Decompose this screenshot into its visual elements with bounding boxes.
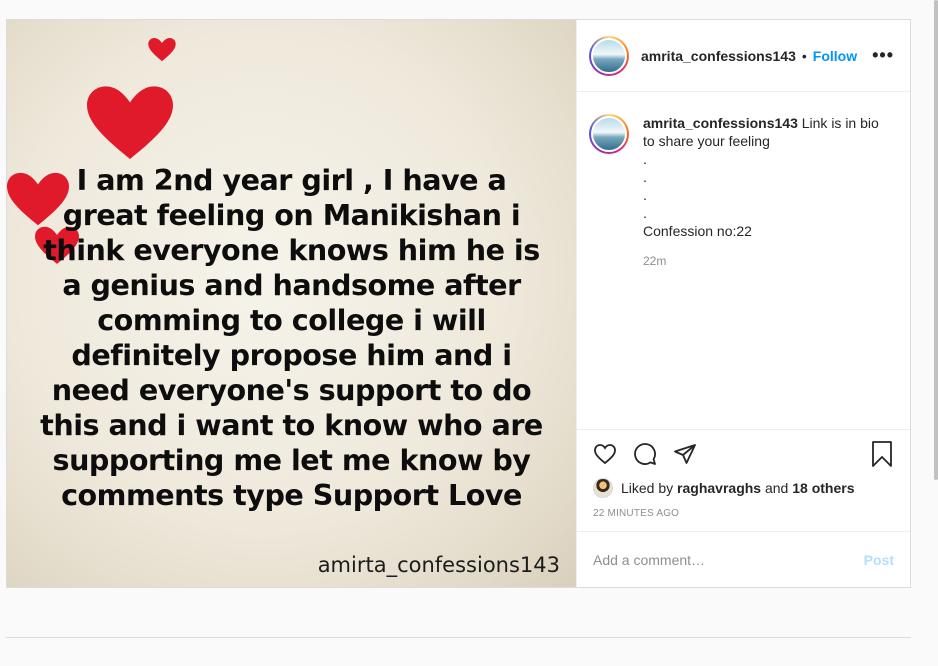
image-watermark: amirta_confessions143	[317, 553, 560, 577]
comment-icon[interactable]	[633, 442, 657, 466]
caption-dot: .	[643, 187, 647, 203]
bookmark-icon[interactable]	[870, 441, 894, 467]
add-comment-bar: Post	[577, 531, 910, 587]
liker-username[interactable]: raghavraghs	[677, 480, 761, 496]
image-confession-text: I am 2nd year girl , I have a great feel…	[40, 163, 543, 512]
caption-avatar[interactable]	[589, 114, 629, 154]
likes-and: and	[764, 480, 789, 496]
caption-confession-number: Confession no:22	[643, 223, 752, 239]
post-sidebar: amrita_confessions143 • Follow ••• amrit…	[576, 20, 910, 587]
post-image[interactable]: I am 2nd year girl , I have a great feel…	[7, 20, 576, 587]
caption: amrita_confessions143 Link is in bio to …	[643, 114, 894, 429]
action-bar: Liked by raghavraghs and 18 others 22 MI…	[577, 429, 910, 531]
likes-others-link[interactable]: 18 others	[792, 480, 854, 496]
action-row	[593, 438, 894, 470]
author-username[interactable]: amrita_confessions143	[641, 48, 796, 64]
likes-summary: Liked by raghavraghs and 18 others	[593, 478, 894, 498]
caption-dot: .	[643, 151, 647, 167]
heart-decoration-icon	[87, 86, 173, 159]
caption-time[interactable]: 22m	[643, 252, 894, 270]
liker-avatar[interactable]	[593, 478, 613, 498]
divider	[6, 637, 911, 638]
post-timestamp[interactable]: 22 MINUTES AGO	[593, 508, 894, 519]
post-comment-button[interactable]: Post	[864, 552, 894, 568]
comment-input[interactable]	[593, 551, 864, 568]
heart-icon[interactable]	[593, 442, 617, 466]
caption-dot: .	[643, 169, 647, 185]
more-options-icon[interactable]: •••	[872, 45, 894, 66]
caption-username[interactable]: amrita_confessions143	[643, 115, 798, 131]
separator-dot: •	[801, 47, 807, 64]
post-card: I am 2nd year girl , I have a great feel…	[6, 19, 911, 588]
caption-dot: .	[643, 205, 647, 221]
author-avatar[interactable]	[589, 35, 629, 76]
follow-button[interactable]: Follow	[813, 48, 857, 64]
post-header: amrita_confessions143 • Follow •••	[577, 20, 910, 92]
heart-decoration-icon	[148, 38, 176, 62]
caption-area: amrita_confessions143 Link is in bio to …	[577, 92, 910, 429]
share-icon[interactable]	[673, 442, 697, 466]
page-scrollbar[interactable]	[934, 0, 938, 480]
likes-prefix: Liked by	[621, 480, 674, 496]
